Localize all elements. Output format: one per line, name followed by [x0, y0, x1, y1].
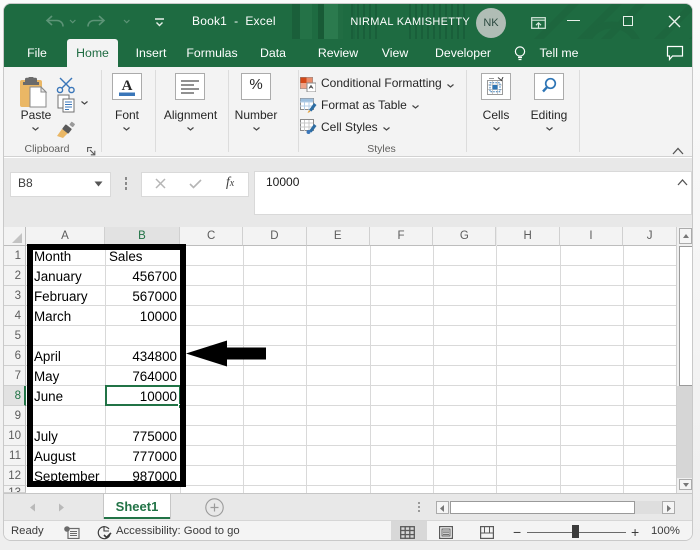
svg-text:A: A [122, 78, 133, 94]
